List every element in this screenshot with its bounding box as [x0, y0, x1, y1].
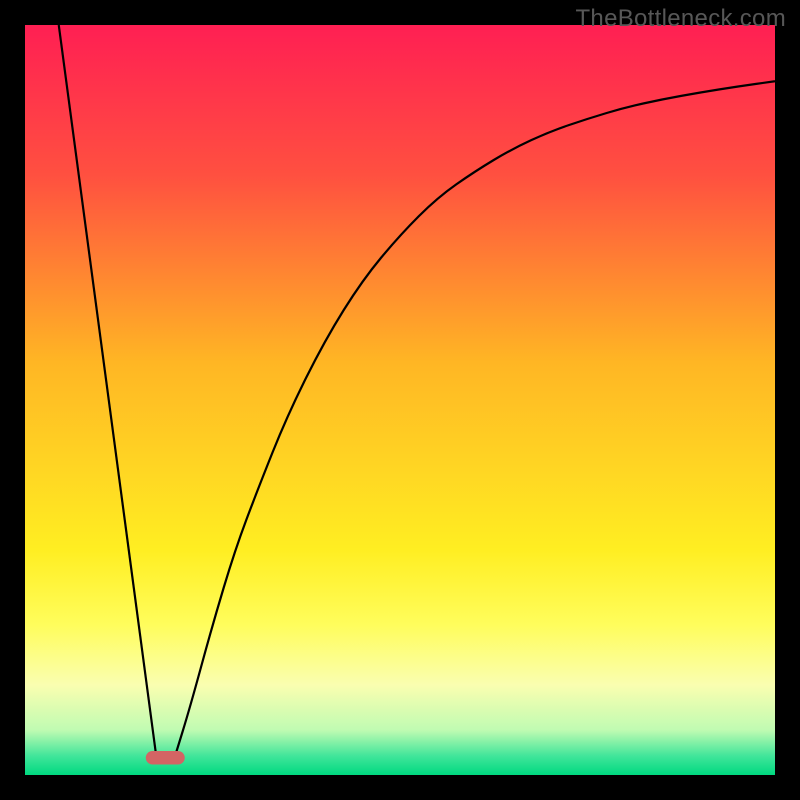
chart-root: TheBottleneck.com	[0, 0, 800, 800]
chart-svg	[25, 25, 775, 775]
gradient-background	[25, 25, 775, 775]
watermark-text: TheBottleneck.com	[575, 5, 786, 33]
minimum-marker	[146, 751, 185, 765]
plot-area	[25, 25, 775, 775]
